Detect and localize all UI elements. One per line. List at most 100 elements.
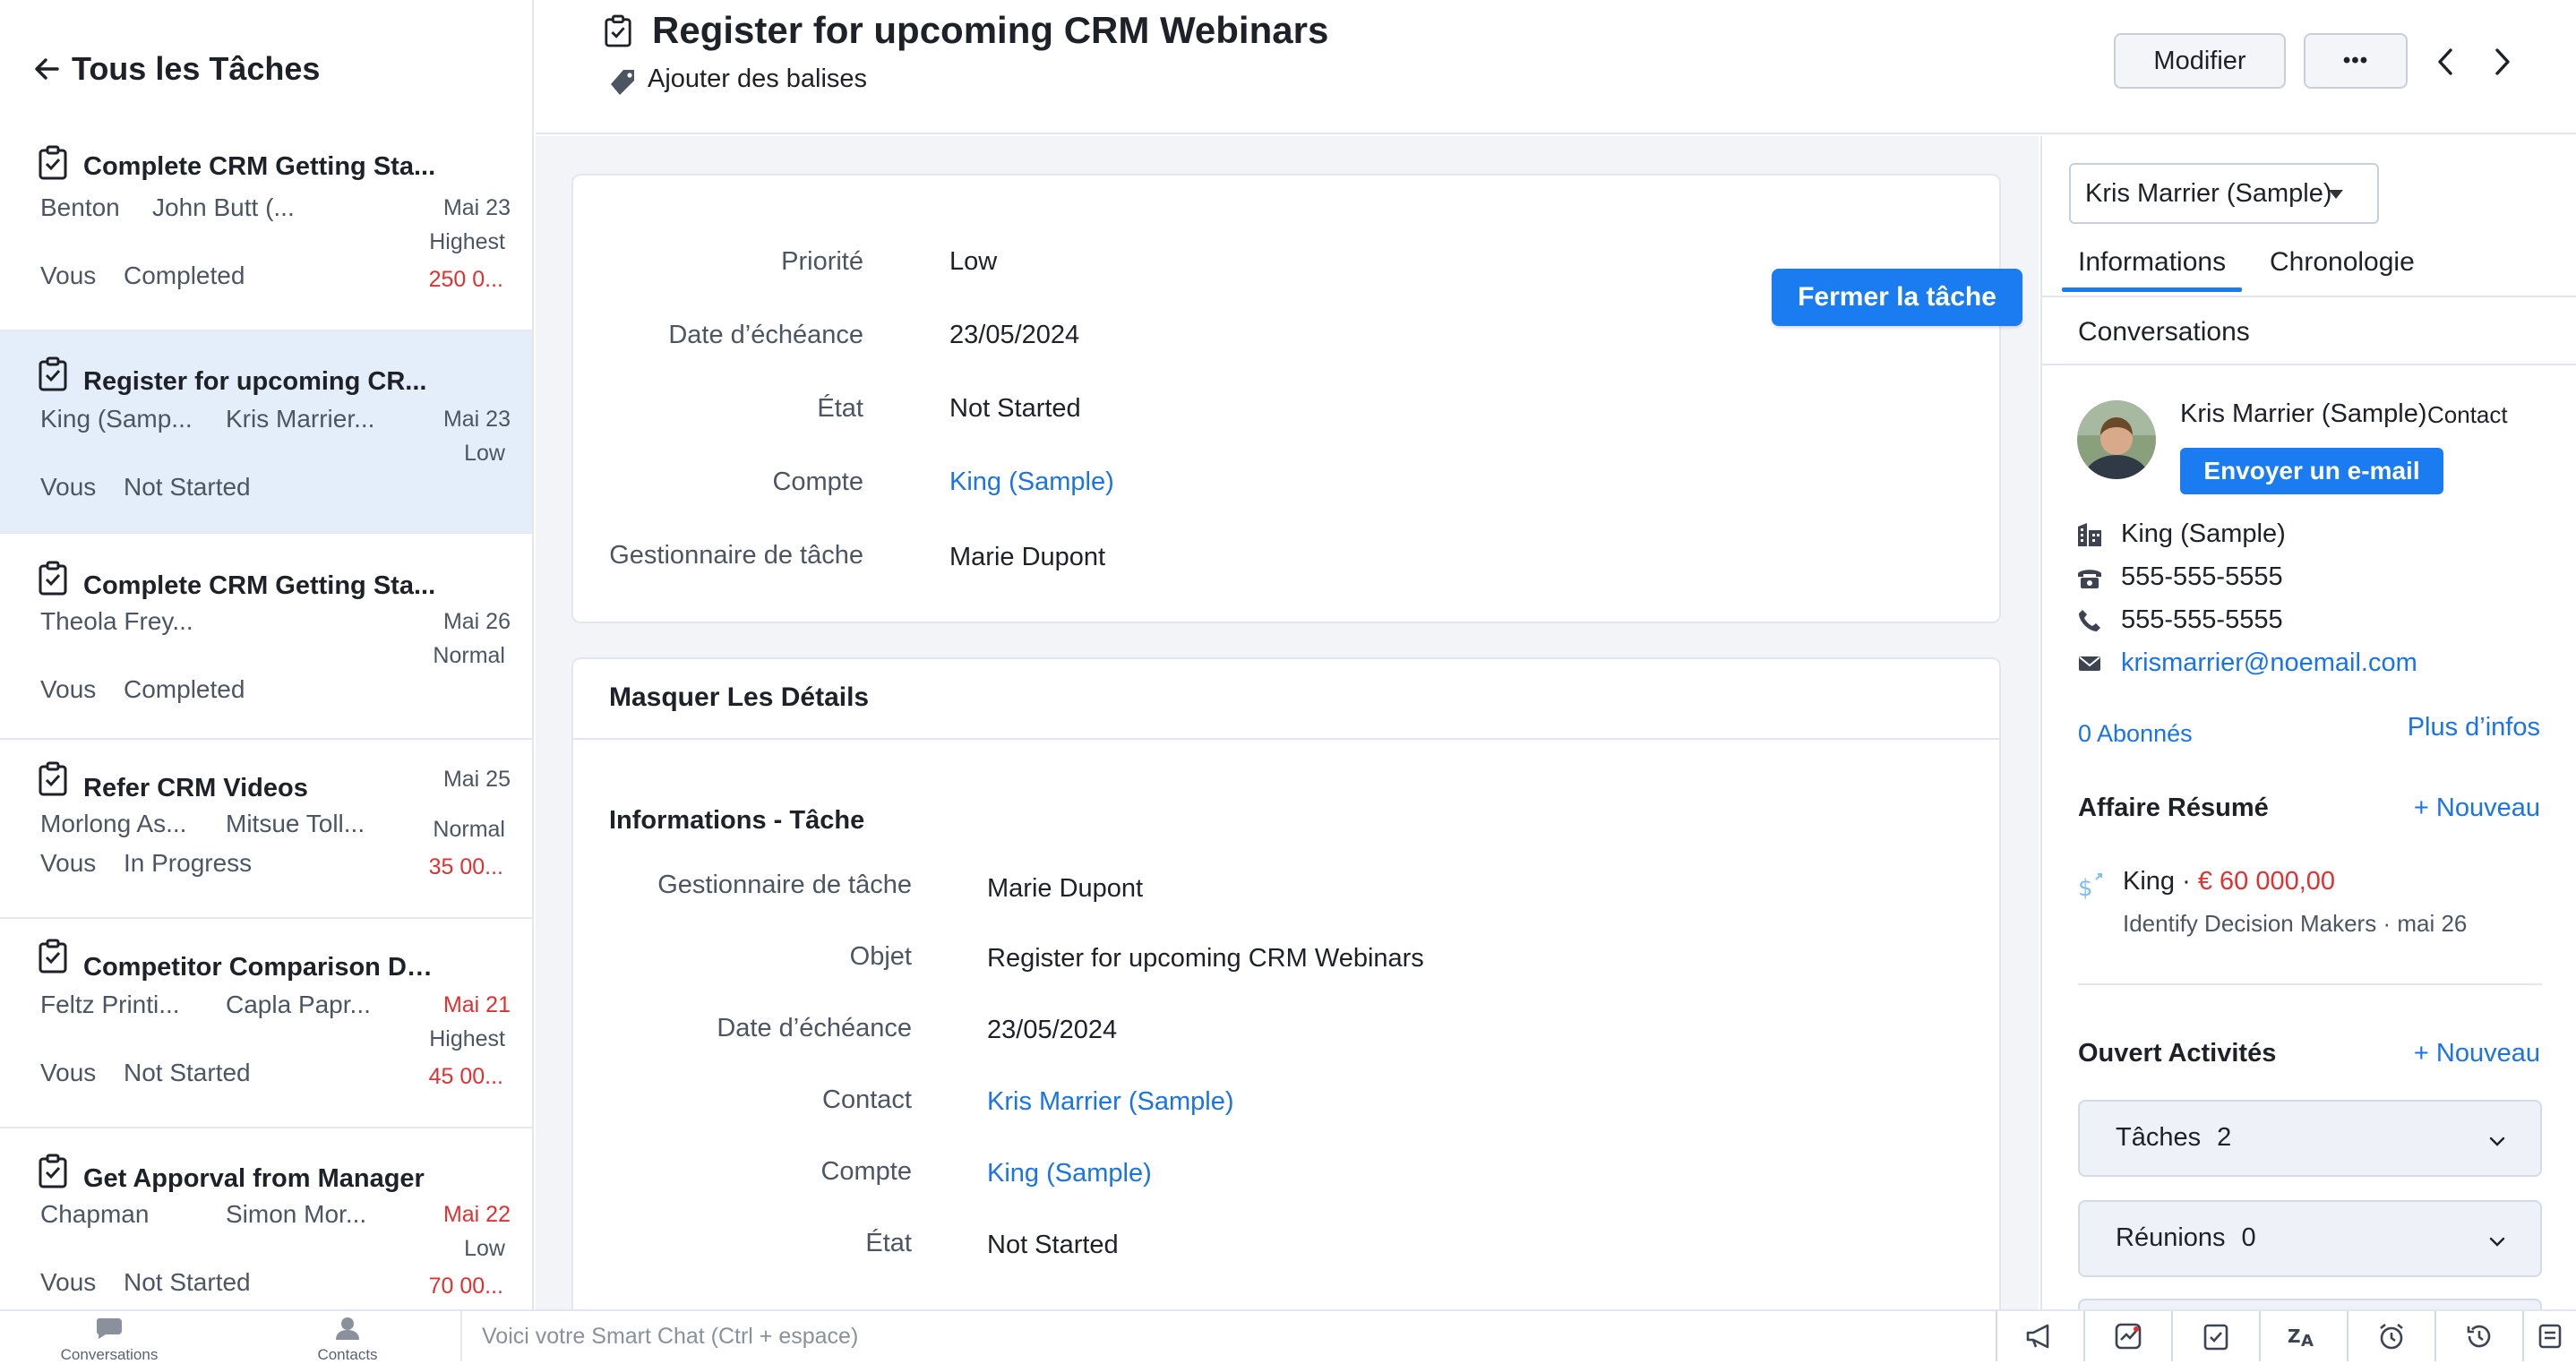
- task-owner-value: Marie Dupont: [949, 543, 1106, 571]
- task-title: Get Apporval from Manager: [83, 1164, 425, 1193]
- task-account: Chapman: [40, 1200, 150, 1228]
- hide-details-toggle[interactable]: Masquer Les Détails: [609, 682, 869, 713]
- task-account: Morlong As...: [40, 810, 187, 837]
- related-info-panel: Kris Marrier (Sample) Informations Chron…: [2040, 136, 2576, 1309]
- calls-accordion[interactable]: [2078, 1299, 2542, 1309]
- deal-separator: ·: [2175, 867, 2198, 896]
- task-list-item[interactable]: Refer CRM Videos Mai 25 Morlong As... Mi…: [0, 740, 532, 919]
- bottom-nav-contacts[interactable]: Contacts: [285, 1317, 410, 1364]
- details-card: Masquer Les Détails Informations - Tâche…: [571, 657, 2001, 1309]
- task-status: In Progress: [124, 849, 253, 877]
- signals-icon: [2115, 1323, 2142, 1350]
- tag-icon[interactable]: [607, 66, 640, 99]
- mail-icon: [2079, 656, 2100, 671]
- previous-record-button[interactable]: [2426, 39, 2465, 84]
- task-title: Register for upcoming CR...: [83, 367, 427, 396]
- new-activity-link[interactable]: + Nouveau: [2414, 1039, 2540, 1068]
- contact-account: King (Sample): [2121, 519, 2286, 548]
- status-value: Not Started: [949, 394, 1081, 423]
- task-owner: Vous: [40, 1268, 97, 1296]
- close-task-button[interactable]: Fermer la tâche: [1772, 269, 2022, 326]
- task-list-item[interactable]: Complete CRM Getting Sta... Theola Frey.…: [0, 534, 532, 740]
- more-info-link[interactable]: Plus d’infos: [2408, 713, 2540, 742]
- account-link[interactable]: King (Sample): [949, 468, 1114, 497]
- task-owner: Vous: [40, 473, 97, 501]
- tasks-accordion-label: Tâches 2: [2116, 1123, 2231, 1153]
- deal-section-title: Affaire Résumé: [2078, 794, 2269, 822]
- meetings-accordion-label: Réunions 0: [2116, 1223, 2256, 1253]
- account-link[interactable]: King (Sample): [987, 1159, 1152, 1188]
- task-title: Complete CRM Getting Sta...: [83, 152, 436, 181]
- divider: [2078, 983, 2542, 985]
- smart-chat-input[interactable]: Voici votre Smart Chat (Ctrl + espace): [460, 1311, 1994, 1361]
- tab-conversations[interactable]: Conversations: [2078, 317, 2250, 347]
- bottom-nav-conversations[interactable]: Conversations: [47, 1317, 172, 1364]
- announcement-button[interactable]: [1996, 1311, 2083, 1361]
- back-label: Tous les Tâches: [72, 50, 321, 87]
- translate-icon: ZA: [2288, 1325, 2314, 1350]
- contact-link[interactable]: Kris Marrier (Sample): [987, 1087, 1234, 1117]
- deal-name[interactable]: King · € 60 000,00: [2123, 867, 2335, 896]
- tab-informations[interactable]: Informations: [2061, 247, 2243, 292]
- task-contact: Simon Mor...: [226, 1200, 367, 1228]
- task-owner: Vous: [40, 849, 97, 877]
- task-status: Not Started: [124, 1059, 251, 1086]
- next-record-button[interactable]: [2483, 39, 2522, 84]
- tab-chronologie[interactable]: Chronologie: [2270, 247, 2415, 278]
- send-email-button[interactable]: Envoyer un e-mail: [2180, 448, 2443, 494]
- back-to-all-tasks[interactable]: Tous les Tâches: [29, 47, 320, 91]
- signals-button[interactable]: [2083, 1311, 2171, 1361]
- phone-number: 555-555-5555: [2121, 562, 2283, 591]
- due-date-value: 23/05/2024: [949, 321, 1080, 349]
- more-actions-button[interactable]: •••: [2304, 33, 2408, 89]
- task-list-item[interactable]: Get Apporval from Manager Chapman Simon …: [0, 1128, 532, 1309]
- status-value: Not Started: [987, 1231, 1119, 1259]
- phone-icon: [2079, 610, 2100, 631]
- task-account: King (Samp...: [40, 405, 193, 433]
- task-list-item[interactable]: Competitor Comparison Do... Feltz Printi…: [0, 919, 532, 1128]
- task-due-date: Mai 25: [442, 767, 511, 792]
- task-account: Theola Frey...: [40, 607, 193, 635]
- tasks-label: Tâches: [2116, 1123, 2202, 1152]
- task-contact: Kris Marrier...: [226, 405, 375, 433]
- task-priority: Low: [464, 441, 505, 466]
- deal-stage: Identify Decision Makers · mai 26: [2123, 910, 2468, 937]
- checklist-icon: [2203, 1324, 2228, 1351]
- email-link[interactable]: krismarrier@noemail.com: [2121, 648, 2417, 678]
- new-deal-link[interactable]: + Nouveau: [2414, 794, 2540, 823]
- field-label: Objet: [849, 942, 912, 971]
- meetings-accordion[interactable]: Réunions 0: [2078, 1200, 2542, 1277]
- translate-button[interactable]: ZA: [2259, 1311, 2347, 1361]
- contact-select-value: Kris Marrier (Sample): [2085, 178, 2332, 208]
- bottom-nav-label: Conversations: [60, 1346, 159, 1363]
- task-list-item-selected[interactable]: Register for upcoming CR... King (Samp..…: [0, 331, 532, 534]
- bottom-bar: Conversations Contacts Voici votre Smart…: [0, 1309, 2576, 1363]
- megaphone-icon: [2026, 1324, 2049, 1349]
- task-check-icon: [39, 939, 67, 974]
- contact-select[interactable]: Kris Marrier (Sample): [2069, 163, 2379, 224]
- deal-dollar-icon: $: [2078, 873, 2102, 899]
- field-label: Gestionnaire de tâche: [609, 541, 863, 570]
- task-status: Completed: [124, 262, 245, 289]
- add-tags-link[interactable]: Ajouter des balises: [648, 64, 867, 94]
- notes-button[interactable]: [2522, 1311, 2576, 1361]
- field-label: Gestionnaire de tâche: [657, 871, 912, 899]
- field-label: Compte: [820, 1157, 912, 1186]
- tasks-shortcut-button[interactable]: [2171, 1311, 2259, 1361]
- recent-items-button[interactable]: [2434, 1311, 2522, 1361]
- task-status: Completed: [124, 675, 245, 703]
- tasks-accordion[interactable]: Tâches 2: [2078, 1100, 2542, 1177]
- divider: [2042, 364, 2576, 365]
- followers-link[interactable]: 0 Abonnés: [2078, 720, 2193, 748]
- task-amount: 45 00...: [428, 1064, 503, 1089]
- task-owner: Vous: [40, 675, 97, 703]
- reminders-button[interactable]: [2347, 1311, 2434, 1361]
- task-status: Not Started: [124, 1268, 251, 1296]
- task-list-item[interactable]: Complete CRM Getting Sta... Benton John …: [0, 136, 532, 331]
- task-amount: 250 0...: [428, 267, 503, 292]
- field-label: Priorité: [781, 247, 863, 276]
- task-check-icon: [39, 561, 67, 596]
- field-label: Contact: [822, 1085, 912, 1114]
- edit-button[interactable]: Modifier: [2114, 33, 2286, 89]
- task-priority: Low: [464, 1236, 505, 1261]
